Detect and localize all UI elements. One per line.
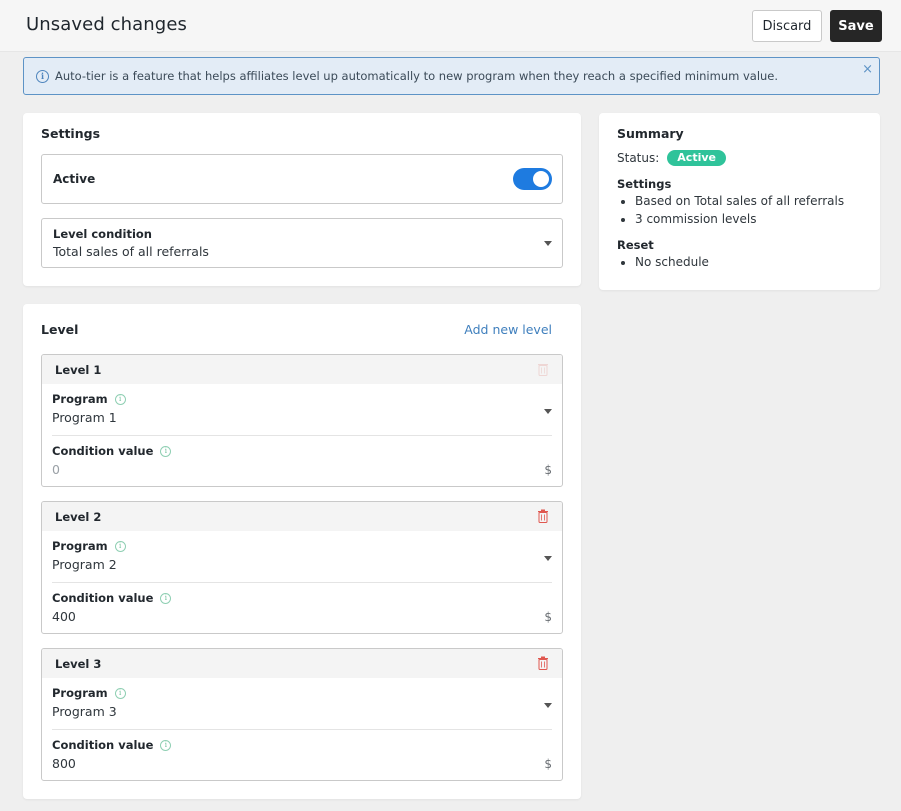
summary-heading: Summary: [617, 126, 684, 141]
level-heading: Level: [41, 322, 79, 337]
active-setting: Active: [41, 154, 563, 204]
program-value: Program 1: [52, 410, 117, 425]
condition-value-input[interactable]: [52, 462, 512, 477]
level-header: Level 2: [42, 502, 562, 531]
status-badge: Active: [667, 150, 726, 166]
summary-reset-heading: Reset: [617, 238, 654, 252]
level-condition-select[interactable]: Level condition Total sales of all refer…: [41, 218, 563, 268]
condition-label: Condition value: [52, 738, 154, 752]
save-button[interactable]: Save: [830, 10, 882, 42]
program-label-wrap: Program i: [52, 392, 126, 406]
info-icon[interactable]: i: [114, 687, 126, 699]
info-icon: i: [36, 69, 49, 83]
condition-label: Condition value: [52, 591, 154, 605]
currency-symbol: $: [544, 610, 552, 624]
program-label: Program: [52, 686, 108, 700]
condition-label-wrap: Condition value i: [52, 591, 172, 605]
info-icon[interactable]: i: [160, 739, 172, 751]
level-title: Level 2: [55, 510, 102, 524]
level-block-1: Level 1 Program i Program 1 Condition va…: [41, 354, 563, 487]
condition-label-wrap: Condition value i: [52, 738, 172, 752]
trash-icon[interactable]: [537, 656, 549, 670]
level-block-3: Level 3 Program i Program 3 Condition va…: [41, 648, 563, 781]
add-new-level-link[interactable]: Add new level: [464, 322, 552, 337]
status-label: Status:: [617, 151, 660, 165]
level-block-2: Level 2 Program i Program 2 Condition va…: [41, 501, 563, 634]
list-item: 3 commission levels: [617, 210, 844, 228]
level-title: Level 1: [55, 363, 102, 377]
condition-label: Condition value: [52, 444, 154, 458]
caret-down-icon: [544, 241, 552, 246]
discard-button[interactable]: Discard: [752, 10, 822, 42]
currency-symbol: $: [544, 757, 552, 771]
active-toggle[interactable]: [513, 168, 552, 190]
info-icon[interactable]: i: [114, 393, 126, 405]
condition-value-field: Condition value i $: [42, 436, 562, 486]
program-label: Program: [52, 392, 108, 406]
summary-card: Summary Status: Active Settings Based on…: [599, 113, 880, 290]
list-item: No schedule: [617, 253, 709, 271]
level-header: Level 1: [42, 355, 562, 384]
summary-settings-list: Based on Total sales of all referrals 3 …: [617, 192, 844, 228]
summary-status: Status: Active: [617, 150, 726, 166]
program-label-wrap: Program i: [52, 686, 126, 700]
currency-symbol: $: [544, 463, 552, 477]
settings-card: Settings Active Level condition Total sa…: [23, 113, 581, 286]
toggle-knob: [533, 171, 549, 187]
program-value: Program 3: [52, 704, 117, 719]
summary-settings-heading: Settings: [617, 177, 672, 191]
caret-down-icon: [544, 409, 552, 414]
page-title: Unsaved changes: [26, 14, 187, 35]
top-bar: Unsaved changes Discard Save: [0, 0, 901, 52]
trash-icon[interactable]: [537, 509, 549, 523]
level-header: Level 3: [42, 649, 562, 678]
summary-reset-list: No schedule: [617, 253, 709, 271]
level-card: Level Add new level Level 1 Program i Pr…: [23, 304, 581, 799]
info-icon[interactable]: i: [114, 540, 126, 552]
level-condition-label: Level condition: [53, 227, 152, 241]
caret-down-icon: [544, 703, 552, 708]
info-banner: i Auto-tier is a feature that helps affi…: [23, 57, 880, 95]
condition-value-input[interactable]: [52, 756, 512, 771]
info-icon[interactable]: i: [160, 592, 172, 604]
condition-value-input[interactable]: [52, 609, 512, 624]
list-item: Based on Total sales of all referrals: [617, 192, 844, 210]
active-label: Active: [53, 172, 96, 186]
info-icon[interactable]: i: [160, 445, 172, 457]
caret-down-icon: [544, 556, 552, 561]
close-icon[interactable]: ×: [862, 62, 873, 77]
banner-text: Auto-tier is a feature that helps affili…: [55, 69, 779, 83]
condition-value-field: Condition value i $: [42, 730, 562, 780]
program-label: Program: [52, 539, 108, 553]
program-select[interactable]: Program i Program 3: [42, 678, 562, 729]
settings-heading: Settings: [41, 126, 101, 141]
program-value: Program 2: [52, 557, 117, 572]
level-condition-value: Total sales of all referrals: [53, 244, 209, 259]
program-label-wrap: Program i: [52, 539, 126, 553]
condition-value-field: Condition value i $: [42, 583, 562, 633]
condition-label-wrap: Condition value i: [52, 444, 172, 458]
trash-icon: [538, 364, 548, 376]
program-select[interactable]: Program i Program 1: [42, 384, 562, 435]
program-select[interactable]: Program i Program 2: [42, 531, 562, 582]
level-title: Level 3: [55, 657, 102, 671]
